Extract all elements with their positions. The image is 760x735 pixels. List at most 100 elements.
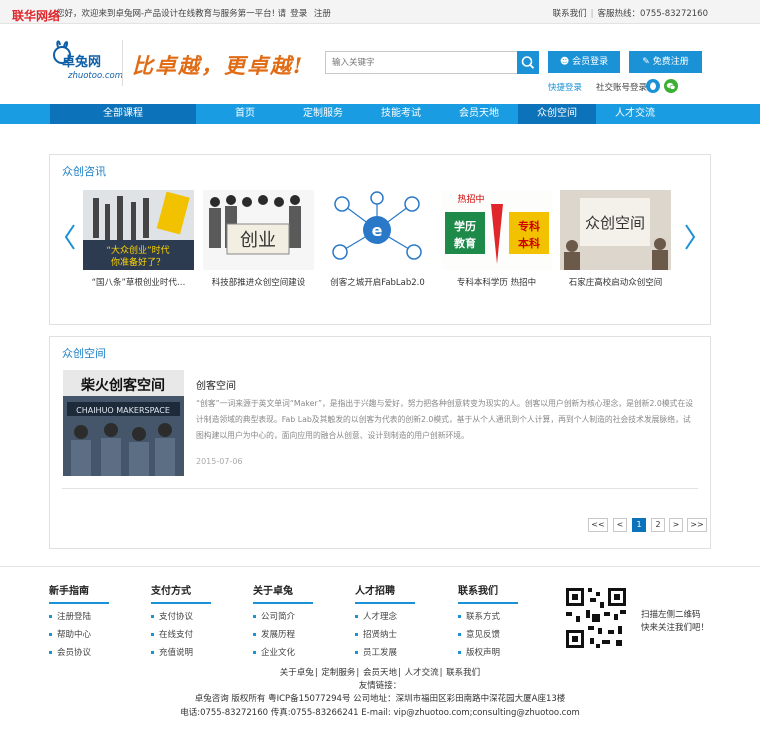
logo-divider (122, 40, 123, 86)
news-item[interactable]: 创业 科技部推进众创空间建设 (203, 190, 314, 288)
footer-col-payment: 支付方式 支付协议 在线支付 充值说明 (151, 582, 221, 658)
carousel-next-icon[interactable] (684, 223, 696, 251)
news-caption: 石家庄高校启动众创空间 (568, 278, 663, 288)
article-image[interactable]: 柴火创客空间 CHAIHUO MAKERSPACE (63, 370, 184, 476)
news-panel: 众创咨讯 “大众创业”时代 你准备好了？ “国八条”草根创业时代… 创业 科技部… (49, 154, 711, 325)
footer-member-link[interactable]: 会员天地 (363, 668, 397, 678)
pager-next[interactable]: > (669, 518, 683, 532)
search-button[interactable] (517, 51, 539, 74)
pager-page-1[interactable]: 1 (632, 518, 646, 532)
slogan: 比卓越，更卓越! (132, 53, 305, 78)
footer-link[interactable]: 支付协议 (151, 610, 221, 622)
search-icon (521, 56, 535, 69)
news-caption: 创客之城开启FabLab2.0 (330, 278, 425, 288)
footer-link[interactable]: 注册登陆 (49, 610, 119, 622)
qr-code-icon (562, 584, 630, 652)
logo-title: 卓兔网 (62, 55, 102, 70)
quick-login-link[interactable]: 快捷登录 (548, 81, 582, 93)
edit-icon: ✎ (642, 57, 650, 67)
nav-maker-space[interactable]: 众创空间 (518, 104, 596, 124)
nav-member-world[interactable]: 会员天地 (440, 104, 518, 124)
user-icon: ☻ (559, 57, 570, 67)
footer-link[interactable]: 充值说明 (151, 646, 221, 658)
top-login-link[interactable]: 登录 (290, 9, 307, 19)
news-image-text: 众创空间 (585, 214, 645, 232)
top-right: 联系我们 | 客服热线：0755-83272160 (552, 9, 708, 19)
footer-talent-link[interactable]: 人才交流 (405, 668, 439, 678)
member-login-button[interactable]: ☻ 会员登录 (548, 51, 620, 73)
nav-skill-exam[interactable]: 技能考试 (362, 104, 440, 124)
footer-link[interactable]: 人才理念 (355, 610, 425, 622)
friend-links-label: 友情链接： (358, 681, 402, 691)
footer-link[interactable]: 联系方式 (458, 610, 528, 622)
nav-home[interactable]: 首页 (206, 104, 284, 124)
footer-col-title: 新手指南 (49, 582, 109, 604)
news-item[interactable]: “大众创业”时代 你准备好了？ “国八条”草根创业时代… (83, 190, 194, 288)
news-caption: “国八条”草根创业时代… (91, 278, 186, 288)
footer-link[interactable]: 员工发展 (355, 646, 425, 658)
pager-prev[interactable]: < (613, 518, 627, 532)
footer-link[interactable]: 版权声明 (458, 646, 528, 658)
copyright: 卓兔咨询 版权所有 粤ICP备15077294号 公司地址：深圳市福田区彩田南路… (194, 694, 566, 704)
footer-contact-link[interactable]: 联系我们 (446, 668, 480, 678)
footer-link[interactable]: 在线支付 (151, 628, 221, 640)
pager-first[interactable]: << (588, 518, 608, 532)
site-logo[interactable]: 卓兔网 zhuotoo.com (50, 37, 123, 89)
carousel-prev-icon[interactable] (64, 223, 76, 251)
news-image: “大众创业”时代 你准备好了？ (83, 190, 194, 270)
news-image-text: 热招中 (457, 193, 484, 205)
footer-custom-link[interactable]: 定制服务 (321, 668, 355, 678)
footer-divider (0, 566, 760, 567)
free-register-button[interactable]: ✎ 免费注册 (629, 51, 702, 73)
news-panel-title: 众创咨讯 (62, 165, 106, 178)
footer-col-about: 关于卓兔 公司简介 发展历程 企业文化 (253, 582, 323, 658)
news-item[interactable]: 热招中 学历 教育 专科 本科 专科本科学历 热招中 (441, 190, 552, 288)
nav-custom-service[interactable]: 定制服务 (284, 104, 362, 124)
pager-last[interactable]: >> (687, 518, 707, 532)
search-box (325, 51, 539, 74)
svg-text:e: e (372, 221, 383, 240)
wechat-icon[interactable] (664, 79, 678, 93)
news-caption: 科技部推进众创空间建设 (211, 278, 306, 288)
top-bar: 您好，欢迎来到卓兔网-产品设计在线教育与服务第一平台! 请登录 注册 联系我们 |… (0, 0, 760, 24)
free-register-label: 免费注册 (652, 57, 689, 67)
nav-all-courses[interactable]: 全部课程 (50, 104, 196, 124)
article-image-text: CHAIHUO MAKERSPACE (76, 406, 170, 415)
news-image-text: 你准备好了？ (111, 256, 165, 268)
article-body: “创客”一词来源于英文单词“Maker”，是指出于兴趣与爱好，努力把各种创意转变… (196, 399, 694, 440)
footer-link[interactable]: 招贤纳士 (355, 628, 425, 640)
main-nav: 全部课程 首页 定制服务 技能考试 会员天地 众创空间 人才交流 (0, 104, 760, 124)
space-panel-title: 众创空间 (62, 347, 106, 360)
welcome-text: 您好，欢迎来到卓兔网-产品设计在线教育与服务第一平台! 请登录 注册 (56, 7, 331, 19)
top-register-link[interactable]: 注册 (314, 9, 331, 19)
footer-col-title: 联系我们 (458, 582, 518, 604)
search-input[interactable] (326, 52, 514, 73)
qr-line-1: 扫描左侧二维码 (641, 610, 701, 620)
article-date: 2015-07-06 (196, 457, 243, 466)
qq-icon[interactable] (646, 79, 660, 93)
footer-col-title: 人才招聘 (355, 582, 415, 604)
article-image-text: 柴火创客空间 (80, 377, 165, 394)
maker-space-panel: 众创空间 柴火创客空间 CHAIHUO MAKERSPACE 创客空间 “创客”… (49, 336, 711, 549)
footer-link[interactable]: 会员协议 (49, 646, 119, 658)
pager-page-2[interactable]: 2 (651, 518, 665, 532)
contact-us-link[interactable]: 联系我们 (553, 9, 587, 19)
footer-links: 关于卓兔| 定制服务| 会员天地| 人才交流| 联系我们 (279, 668, 481, 678)
article-title[interactable]: 创客空间 (196, 377, 236, 392)
footer-col-guide: 新手指南 注册登陆 帮助中心 会员协议 (49, 582, 119, 658)
footer-link[interactable]: 意见反馈 (458, 628, 528, 640)
news-item[interactable]: 众创空间 石家庄高校启动众创空间 (560, 190, 671, 288)
news-image: 创业 (203, 190, 314, 270)
news-image: e (322, 190, 433, 270)
welcome-message: 您好，欢迎来到卓兔网-产品设计在线教育与服务第一平台! 请 (56, 9, 287, 19)
news-item[interactable]: e 创客之城开启FabLab2.0 (322, 190, 433, 288)
footer-about-link[interactable]: 关于卓兔 (280, 668, 314, 678)
footer-link[interactable]: 帮助中心 (49, 628, 119, 640)
footer-link[interactable]: 发展历程 (253, 628, 323, 640)
footer-link[interactable]: 公司简介 (253, 610, 323, 622)
news-image-text: 教育 (453, 236, 476, 250)
logo-domain: zhuotoo.com (68, 71, 124, 81)
footer-link[interactable]: 企业文化 (253, 646, 323, 658)
news-image-text: 学历 (454, 219, 476, 233)
nav-talent-exchange[interactable]: 人才交流 (596, 104, 674, 124)
